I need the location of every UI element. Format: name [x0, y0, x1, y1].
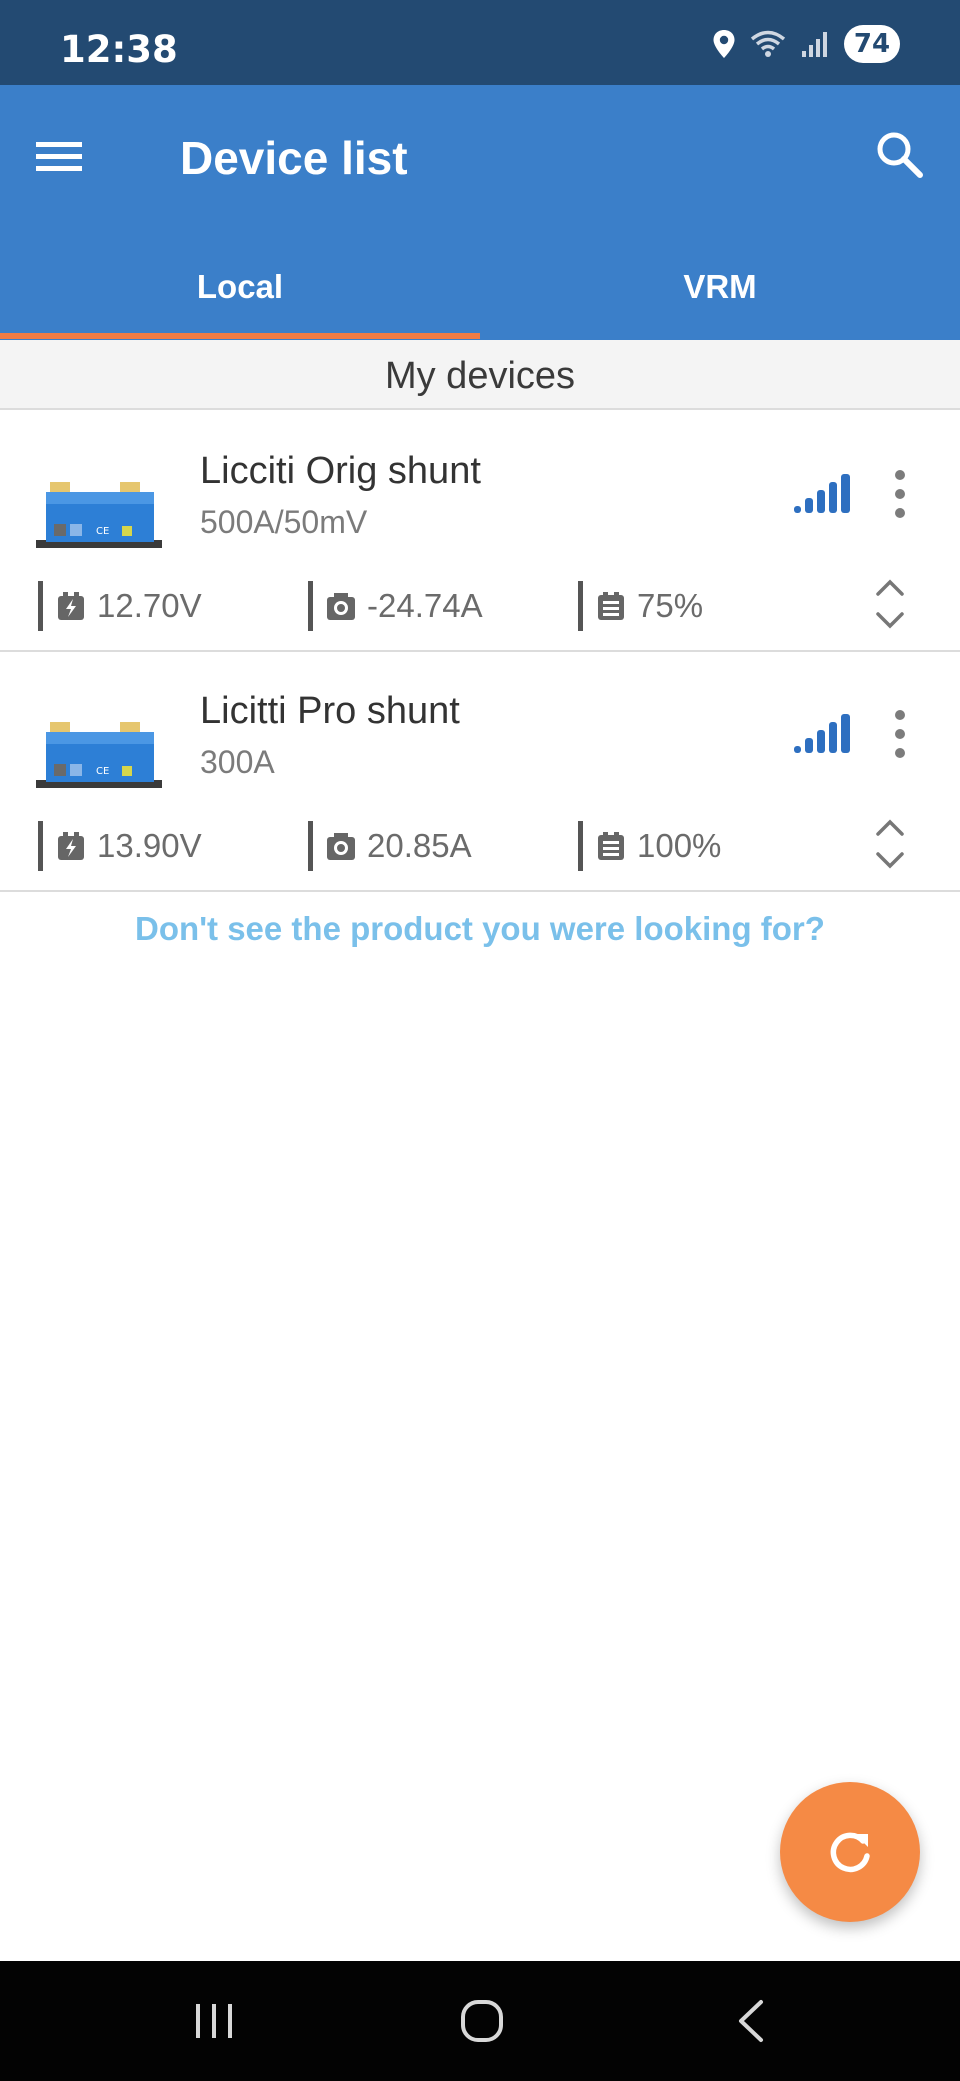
app-bar: Device list Local VRM — [0, 85, 960, 340]
signal-strength-icon — [794, 714, 850, 753]
status-time: 12:38 — [60, 28, 178, 71]
expand-collapse-icon[interactable] — [872, 816, 908, 872]
soc-value: 100% — [637, 827, 722, 864]
tab-local[interactable]: Local — [0, 257, 480, 342]
svg-text:CE: CE — [96, 526, 109, 537]
current-metric: -24.74A — [308, 580, 483, 632]
voltage-metric: 13.90V — [38, 820, 202, 872]
more-options-icon[interactable] — [880, 470, 920, 518]
signal-strength-icon — [794, 474, 850, 513]
cell-signal-icon — [802, 32, 827, 57]
svg-text:CE: CE — [96, 766, 109, 777]
soc-metric: 100% — [578, 820, 721, 872]
current-value: -24.74A — [367, 587, 483, 624]
device-image: CE — [36, 482, 162, 548]
device-name: Licciti Orig shunt — [200, 450, 481, 492]
search-icon[interactable] — [870, 125, 930, 185]
device-list-screen: 12:38 74 Device list Local VRM My device… — [0, 0, 960, 2081]
more-options-icon[interactable] — [880, 710, 920, 758]
current-icon — [327, 833, 355, 860]
battery-icon: 74 — [844, 25, 900, 63]
device-image: CE — [36, 722, 162, 788]
current-metric: 20.85A — [308, 820, 472, 872]
refresh-icon — [830, 1832, 870, 1873]
voltage-value: 12.70V — [97, 587, 202, 624]
back-icon[interactable] — [736, 1999, 766, 2043]
location-icon — [713, 30, 735, 58]
voltage-metric: 12.70V — [38, 580, 202, 632]
product-not-found-link[interactable]: Don't see the product you were looking f… — [0, 910, 960, 948]
device-rating: 500A/50mV — [200, 504, 368, 540]
status-icons: 74 — [712, 24, 900, 64]
page-title: Device list — [180, 132, 408, 184]
current-icon — [327, 593, 355, 620]
current-value: 20.85A — [367, 827, 472, 864]
menu-icon[interactable] — [30, 125, 90, 185]
home-icon[interactable] — [460, 1999, 504, 2043]
soc-metric: 75% — [578, 580, 703, 632]
device-item[interactable]: CE Licciti Orig shunt 500A/50mV 12.70V -… — [0, 412, 960, 652]
device-name: Licitti Pro shunt — [200, 690, 460, 732]
device-item[interactable]: CE Licitti Pro shunt 300A 13.90V 20.85A … — [0, 652, 960, 892]
state-of-charge-icon — [598, 832, 624, 860]
system-nav-bar — [0, 1961, 960, 2081]
tab-vrm[interactable]: VRM — [480, 257, 960, 342]
voltage-value: 13.90V — [97, 827, 202, 864]
status-bar: 12:38 74 — [0, 0, 960, 85]
refresh-button[interactable] — [780, 1782, 920, 1922]
wifi-icon — [750, 30, 786, 57]
battery-bolt-icon — [58, 832, 84, 860]
battery-bolt-icon — [58, 592, 84, 620]
soc-value: 75% — [637, 587, 704, 624]
expand-collapse-icon[interactable] — [872, 576, 908, 632]
section-header: My devices — [0, 340, 960, 410]
recents-icon[interactable] — [192, 2001, 236, 2041]
device-rating: 300A — [200, 744, 275, 780]
state-of-charge-icon — [598, 592, 624, 620]
tab-indicator — [0, 333, 480, 339]
